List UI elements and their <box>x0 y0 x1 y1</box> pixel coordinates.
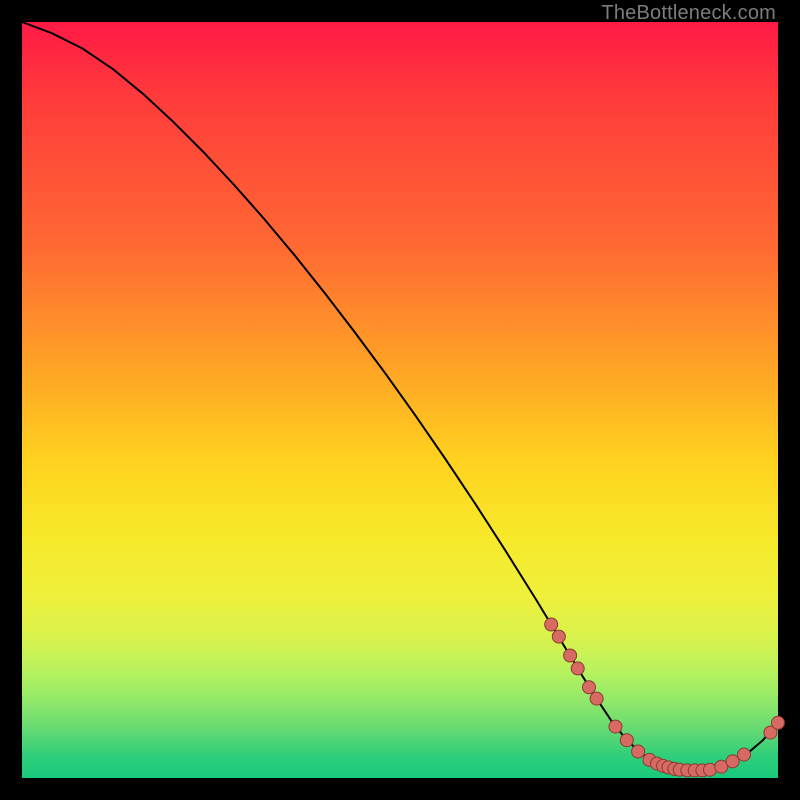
highlight-dot <box>772 716 785 729</box>
chart-svg <box>22 22 778 778</box>
highlight-dot <box>552 630 565 643</box>
highlight-dot <box>738 748 751 761</box>
bottleneck-curve <box>22 22 778 770</box>
highlight-dot <box>726 755 739 768</box>
highlight-dot <box>620 734 633 747</box>
highlight-dot <box>609 720 622 733</box>
highlight-dot <box>545 618 558 631</box>
highlight-dot <box>571 662 584 675</box>
highlight-dot <box>590 692 603 705</box>
highlight-dots <box>545 618 785 777</box>
chart-frame: TheBottleneck.com <box>0 0 800 800</box>
plot-area <box>22 22 778 778</box>
highlight-dot <box>632 745 645 758</box>
highlight-dot <box>583 681 596 694</box>
highlight-dot <box>564 649 577 662</box>
